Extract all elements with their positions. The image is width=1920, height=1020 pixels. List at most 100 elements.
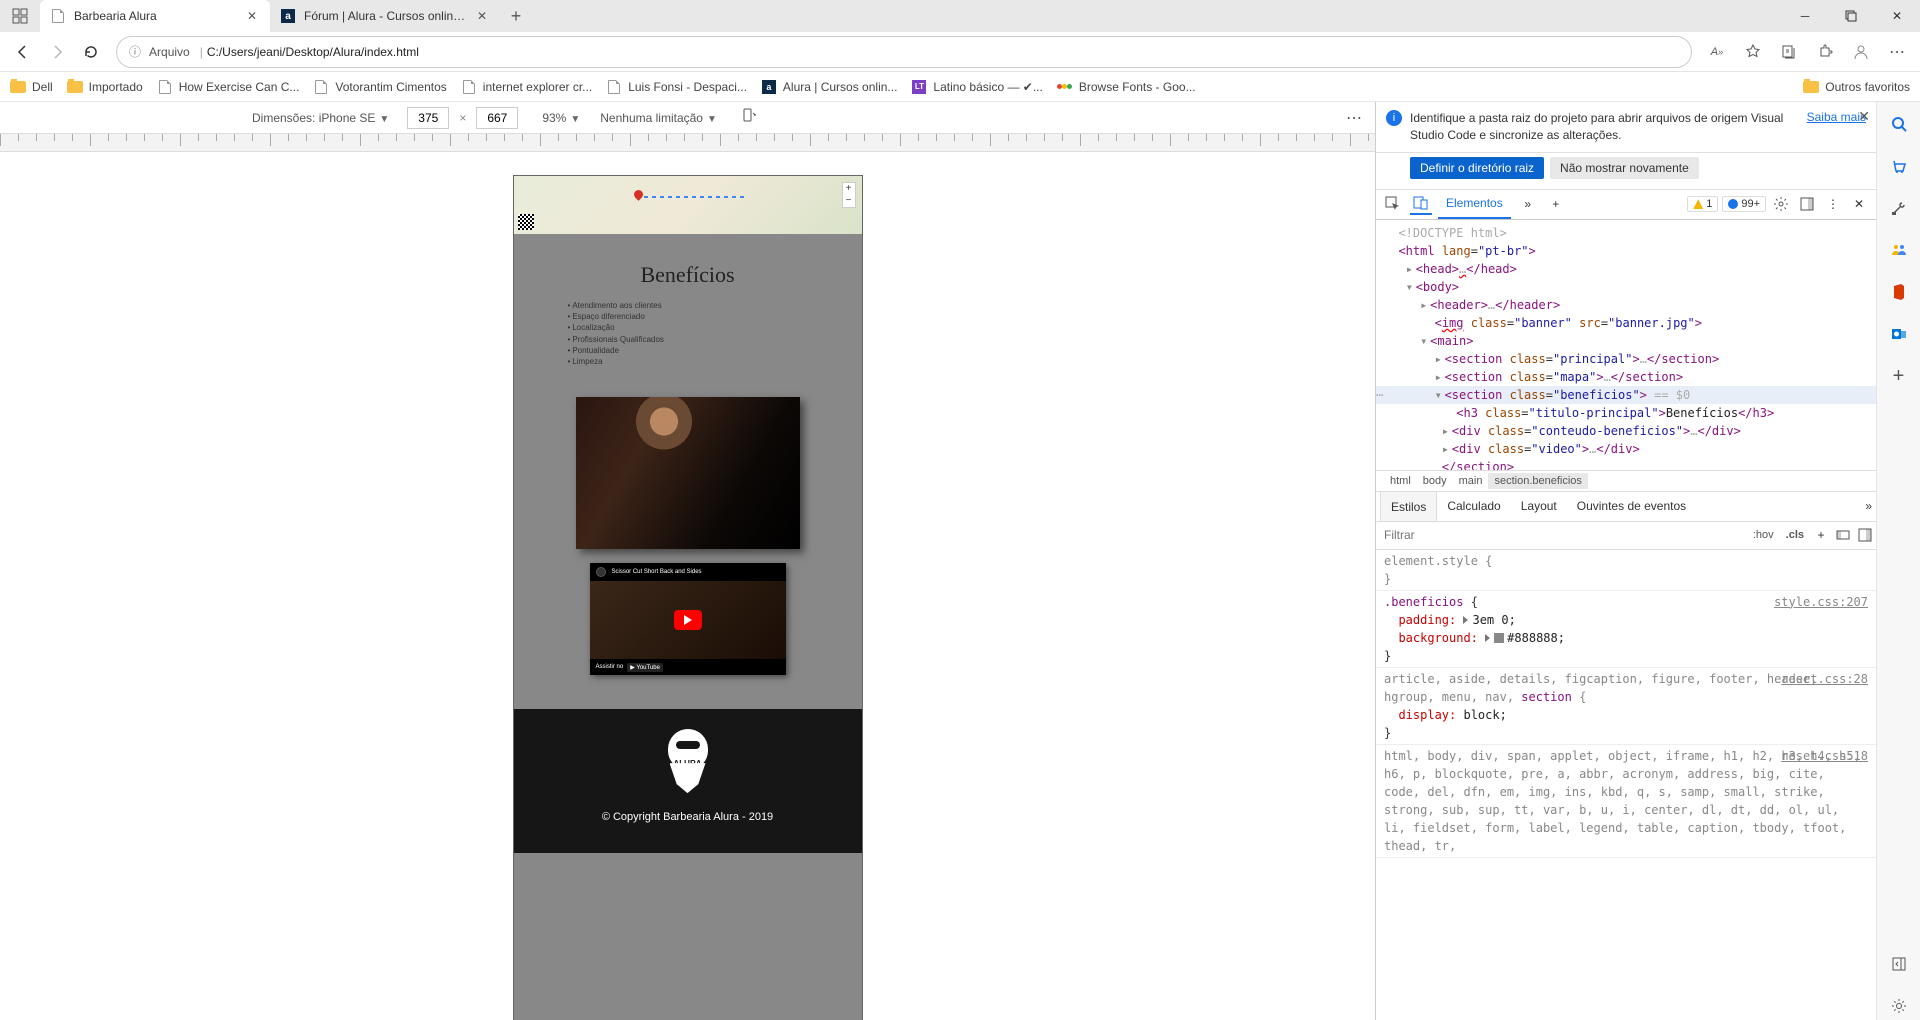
dom-node[interactable]: <!DOCTYPE html> [1376,224,1876,242]
settings-button[interactable] [1770,193,1792,215]
rotate-device-button[interactable] [741,108,757,127]
search-icon[interactable] [1885,110,1913,138]
styles-overflow-button[interactable]: » [1865,499,1872,513]
device-more-button[interactable]: ⋯ [1346,108,1363,128]
extensions-button[interactable] [1808,35,1842,69]
bookmark-item[interactable]: Dell [10,79,53,95]
menu-button[interactable]: ⋯ [1880,35,1914,69]
outlook-icon[interactable] [1885,320,1913,348]
inspect-element-button[interactable] [1382,193,1404,215]
hov-toggle[interactable]: :hov [1747,529,1780,541]
device-toggle-button[interactable] [1410,193,1432,215]
messages-badge[interactable]: 99+ [1722,196,1766,212]
dom-node[interactable]: <h3 class="titulo-principal">Benefícios<… [1376,404,1876,422]
bookmark-item[interactable]: Browse Fonts - Goo... [1057,79,1196,95]
tab-layout[interactable]: Layout [1511,491,1567,521]
browser-tab-inactive[interactable]: a Fórum | Alura - Cursos online de ✕ [270,0,500,32]
new-tab-button[interactable]: + [500,0,532,32]
dont-show-again-button[interactable]: Não mostrar novamente [1550,157,1699,179]
dock-button[interactable] [1796,193,1818,215]
bookmark-item[interactable]: aAlura | Cursos onlin... [761,79,898,95]
crumb[interactable]: body [1417,473,1453,489]
people-icon[interactable] [1885,236,1913,264]
dom-node[interactable]: ▸<head>…</head> [1376,260,1876,278]
bookmark-item[interactable]: Importado [67,79,143,95]
dom-node[interactable]: <img class="banner" src="banner.jpg"> [1376,314,1876,332]
tab-overview-button[interactable] [0,0,40,32]
crumb[interactable]: main [1453,473,1489,489]
crumb[interactable]: html [1384,473,1417,489]
dom-node[interactable]: ▸<header>…</header> [1376,296,1876,314]
other-bookmarks[interactable]: Outros favoritos [1803,79,1910,95]
add-sidebar-button[interactable]: + [1885,362,1913,390]
styles-pane[interactable]: element.style { } style.css:207 .benefic… [1376,550,1876,1020]
browser-tab-active[interactable]: Barbearia Alura ✕ [40,0,270,32]
tab-computed[interactable]: Calculado [1437,491,1510,521]
close-tab-button[interactable]: ✕ [244,8,260,24]
dom-node[interactable]: ▸<section class="principal">…</section> [1376,350,1876,368]
dom-node[interactable]: ▸<section class="mapa">…</section> [1376,368,1876,386]
warnings-badge[interactable]: 1 [1687,196,1718,212]
youtube-logo-icon[interactable]: ▶ YouTube [627,663,663,672]
dom-node[interactable]: ▸<div class="conteudo-beneficios">…</div… [1376,422,1876,440]
set-root-dir-button[interactable]: Definir o diretório raiz [1410,157,1544,179]
new-style-rule-button[interactable]: + [1810,528,1832,542]
style-rule[interactable]: reset.css:28 article, aside, details, fi… [1376,668,1876,745]
maximize-button[interactable] [1828,0,1874,32]
office-icon[interactable] [1885,278,1913,306]
device-viewport[interactable]: +− Benefícios Atendimento aos clientes E… [0,152,1375,1020]
cls-toggle[interactable]: .cls [1780,529,1810,541]
forward-button[interactable] [40,35,74,69]
close-tab-button[interactable]: ✕ [474,8,490,24]
tab-event-listeners[interactable]: Ouvintes de eventos [1567,491,1696,521]
reload-button[interactable] [74,35,108,69]
profile-button[interactable] [1844,35,1878,69]
map-embed[interactable]: +− [514,176,862,234]
tools-icon[interactable] [1885,194,1913,222]
device-height-input[interactable] [476,107,518,129]
style-rule[interactable]: element.style { } [1376,550,1876,591]
learn-more-link[interactable]: Saiba mais [1807,110,1866,124]
play-button-icon[interactable] [674,610,702,630]
bookmark-item[interactable]: Luis Fonsi - Despaci... [606,79,747,95]
tab-styles[interactable]: Estilos [1380,491,1437,521]
collections-button[interactable] [1772,35,1806,69]
dom-tree[interactable]: <!DOCTYPE html> <html lang="pt-br"> ▸<he… [1376,220,1876,470]
dom-node[interactable]: <html lang="pt-br"> [1376,242,1876,260]
sidebar-settings-button[interactable] [1885,992,1913,1020]
expand-icon[interactable] [1485,634,1490,642]
dom-node[interactable]: ▸<div class="video">…</div> [1376,440,1876,458]
expand-icon[interactable] [1463,616,1468,624]
dom-breadcrumb[interactable]: html body main section.beneficios [1376,470,1876,492]
video-embed[interactable]: Scissor Cut Short Back and Sides Assisti… [590,563,786,675]
source-link[interactable]: reset.css:28 [1781,670,1868,688]
bookmark-item[interactable]: How Exercise Can C... [157,79,300,95]
devtools-more-button[interactable]: ⋮ [1822,193,1844,215]
back-button[interactable] [6,35,40,69]
emulated-page[interactable]: +− Benefícios Atendimento aos clientes E… [514,176,862,1020]
bookmark-item[interactable]: Votorantim Cimentos [313,79,446,95]
dom-node[interactable]: ▾<body> [1376,278,1876,296]
tab-elements[interactable]: Elementos [1438,189,1511,219]
style-rule[interactable]: reset.css:18 html, body, div, span, appl… [1376,745,1876,858]
infobar-close-button[interactable]: ✕ [1858,108,1870,125]
styles-filter-input[interactable] [1376,528,1747,542]
map-zoom-control[interactable]: +− [842,182,856,208]
new-tab-button[interactable]: + [1545,193,1567,215]
bookmark-item[interactable]: LTLatino básico — ✔... [911,79,1042,95]
site-info-icon[interactable]: ⓘ [129,43,141,60]
devtools-close-button[interactable]: ✕ [1848,193,1870,215]
computed-sidebar-button[interactable] [1832,528,1854,542]
throttling-select[interactable]: Nenhuma limitação▼ [600,111,717,125]
color-swatch-icon[interactable] [1494,633,1504,643]
dom-node[interactable]: ▾<main> [1376,332,1876,350]
bookmark-item[interactable]: internet explorer cr... [461,79,592,95]
shopping-icon[interactable] [1885,152,1913,180]
dom-node[interactable]: </section> [1376,458,1876,470]
dom-node-selected[interactable]: ⋯ ▾<section class="beneficios"> == $0 [1376,386,1876,404]
device-dimensions-label[interactable]: Dimensões: iPhone SE▼ [252,111,389,125]
source-link[interactable]: style.css:207 [1774,593,1868,611]
crumb-current[interactable]: section.beneficios [1488,473,1587,489]
styles-panel-mode-button[interactable] [1854,528,1876,542]
minimize-button[interactable]: ─ [1782,0,1828,32]
